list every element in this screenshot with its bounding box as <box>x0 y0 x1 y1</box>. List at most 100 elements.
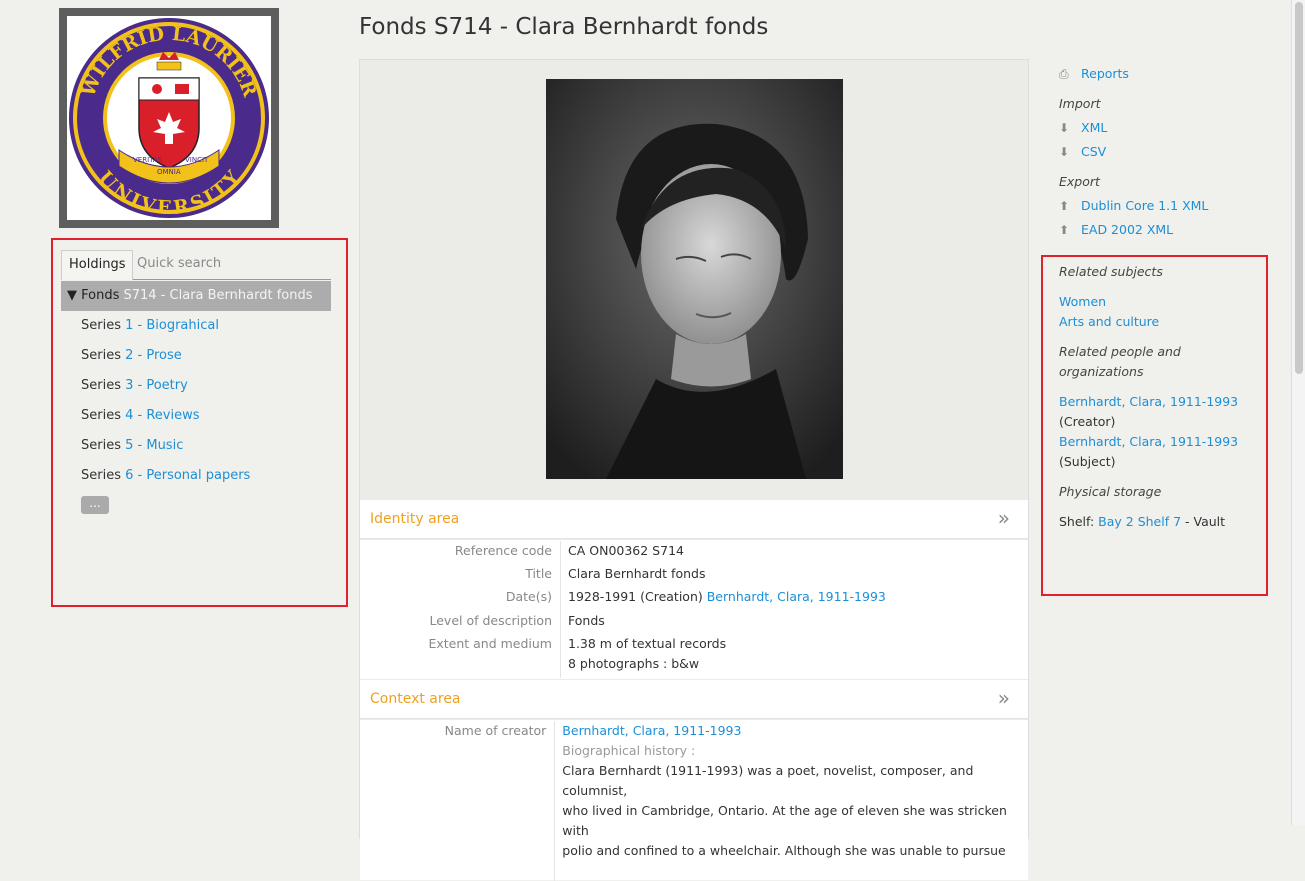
tree-item-level: Series <box>81 468 121 483</box>
digital-object-photo[interactable] <box>546 79 843 479</box>
export-heading: Export <box>1059 174 1100 189</box>
reports-link[interactable]: ⎙ Reports <box>1059 62 1259 86</box>
tree-item-series-6: Series 6 - Personal papers <box>61 461 331 491</box>
tree-item-fonds[interactable]: ▼ Fonds S714 - Clara Bernhardt fonds <box>61 281 331 311</box>
tree-item-series-1: Series 1 - Biograhical <box>61 311 331 341</box>
context-area-title[interactable]: Context area <box>370 691 461 707</box>
scrollbar-thumb[interactable] <box>1295 2 1303 374</box>
tree-item-series-4: Series 4 - Reviews <box>61 401 331 431</box>
page-scrollbar[interactable] <box>1291 0 1305 825</box>
tree-item-link[interactable]: 3 - Poetry <box>125 378 188 393</box>
tree-item-link[interactable]: S714 - Clara Bernhardt fonds <box>124 288 313 303</box>
tree-item-level: Series <box>81 378 121 393</box>
logo-motto-left: VERITAS <box>133 156 163 164</box>
field-label: Extent and medium <box>360 634 561 678</box>
physical-storage-heading: Physical storage <box>1059 484 1162 499</box>
tree-item-level: Series <box>81 408 121 423</box>
reports-label: Reports <box>1081 66 1129 81</box>
tree-item-level: Series <box>81 438 121 453</box>
related-info-panel: Related subjects Women Arts and culture … <box>1041 255 1268 596</box>
import-xml-link[interactable]: ⬇ XML <box>1059 116 1259 140</box>
upload-icon: ⬆ <box>1059 223 1070 237</box>
tree-item-link[interactable]: 6 - Personal papers <box>125 468 250 483</box>
portrait-image <box>546 79 843 479</box>
field-value: Bernhardt, Clara, 1911-1993 Biographical… <box>555 721 1028 881</box>
tree-item-series-2: Series 2 - Prose <box>61 341 331 371</box>
expand-triangle-icon[interactable]: ▼ <box>67 288 77 303</box>
double-chevron-icon[interactable]: » <box>998 686 1010 710</box>
laurier-crest-icon: WILFRID LAURIER UNIVERSITY VERITAS OMNIA… <box>69 18 269 219</box>
logo-image: WILFRID LAURIER UNIVERSITY VERITAS OMNIA… <box>67 16 271 220</box>
dates-value: 1928-1991 (Creation) <box>568 589 703 604</box>
upload-icon: ⬆ <box>1059 199 1070 213</box>
dates-creator-link[interactable]: Bernhardt, Clara, 1911-1993 <box>707 589 886 604</box>
export-dublin-core-link[interactable]: ⬆ Dublin Core 1.1 XML <box>1059 194 1259 218</box>
field-label: Date(s) <box>360 587 561 611</box>
import-csv-label: CSV <box>1081 144 1107 159</box>
tab-quick-search[interactable]: Quick search <box>130 250 228 280</box>
tree-item-link[interactable]: 4 - Reviews <box>125 408 199 423</box>
field-extent: Extent and medium 1.38 m of textual reco… <box>360 634 1028 678</box>
subject-link-women[interactable]: Women <box>1059 292 1259 312</box>
tree-item-level: Series <box>81 348 121 363</box>
tab-holdings[interactable]: Holdings <box>61 250 134 280</box>
person-role: (Creator) <box>1059 414 1116 429</box>
person-role: (Subject) <box>1059 454 1116 469</box>
export-ead-label: EAD 2002 XML <box>1081 222 1174 237</box>
context-fields: Name of creator Bernhardt, Clara, 1911-1… <box>360 720 1028 881</box>
sidebar-tabs: Holdings Quick search <box>61 250 331 280</box>
related-people-heading-line: Related people and <box>1059 344 1181 359</box>
field-label: Level of description <box>360 611 561 634</box>
double-chevron-icon[interactable]: » <box>998 506 1010 530</box>
tree-item-link[interactable]: 1 - Biograhical <box>125 318 219 333</box>
more-items-button[interactable]: ... <box>81 496 109 514</box>
field-reference-code: Reference code CA ON00362 S714 <box>360 541 1028 564</box>
field-value: 1.38 m of textual records 8 photographs … <box>561 634 726 678</box>
main-content: Identity area » Reference code CA ON0036… <box>359 59 1029 881</box>
bio-label: Biographical history : <box>562 743 696 758</box>
logo-motto-right: VINCIT <box>185 156 209 164</box>
bio-text-line: polio and confined to a wheelchair. Alth… <box>562 843 1006 858</box>
export-dc-label: Dublin Core 1.1 XML <box>1081 198 1209 213</box>
subject-link-arts[interactable]: Arts and culture <box>1059 312 1259 332</box>
right-sidebar: ⎙ Reports Import ⬇ XML ⬇ CSV Export ⬆ Dublin… <box>1059 62 1259 242</box>
context-area-header[interactable]: Context area » <box>360 680 1028 719</box>
bio-text-line: who lived in Cambridge, Ontario. At the … <box>562 803 1007 838</box>
holdings-panel: Holdings Quick search ▼ Fonds S714 - Cla… <box>51 238 348 607</box>
export-ead-link[interactable]: ⬆ EAD 2002 XML <box>1059 218 1259 242</box>
printer-icon: ⎙ <box>1059 67 1069 81</box>
logo-motto-center: OMNIA <box>157 168 181 176</box>
field-label: Reference code <box>360 541 561 564</box>
person-link-creator[interactable]: Bernhardt, Clara, 1911-1993 <box>1059 392 1259 412</box>
field-creator: Name of creator Bernhardt, Clara, 1911-1… <box>360 721 1028 881</box>
field-value: Fonds <box>568 613 605 628</box>
tree-item-link[interactable]: 5 - Music <box>125 438 183 453</box>
import-csv-link[interactable]: ⬇ CSV <box>1059 140 1259 164</box>
storage-line: Shelf: Bay 2 Shelf 7 - Vault <box>1059 512 1259 532</box>
page-title: Fonds S714 - Clara Bernhardt fonds <box>359 14 769 40</box>
field-title: Title Clara Bernhardt fonds <box>360 564 1028 587</box>
storage-location-link[interactable]: Bay 2 Shelf 7 <box>1098 514 1181 529</box>
import-heading: Import <box>1059 96 1101 111</box>
field-level: Level of description Fonds <box>360 611 1028 634</box>
storage-prefix: Shelf: <box>1059 514 1095 529</box>
field-value: Clara Bernhardt fonds <box>568 566 706 581</box>
download-icon: ⬇ <box>1059 121 1070 135</box>
extent-line: 1.38 m of textual records <box>568 636 727 651</box>
tree-item-level: Fonds <box>81 288 120 303</box>
tree-item-series-3: Series 3 - Poetry <box>61 371 331 401</box>
identity-area-header[interactable]: Identity area » <box>360 500 1028 539</box>
download-icon: ⬇ <box>1059 145 1070 159</box>
storage-suffix: - Vault <box>1181 514 1226 529</box>
field-value: 1928-1991 (Creation) Bernhardt, Clara, 1… <box>561 587 886 611</box>
holdings-tree: ▼ Fonds S714 - Clara Bernhardt fonds Ser… <box>61 281 331 491</box>
field-value: CA ON00362 S714 <box>568 543 684 558</box>
university-logo[interactable]: WILFRID LAURIER UNIVERSITY VERITAS OMNIA… <box>59 8 279 228</box>
creator-link[interactable]: Bernhardt, Clara, 1911-1993 <box>562 721 1028 741</box>
person-link-subject[interactable]: Bernhardt, Clara, 1911-1993 <box>1059 432 1259 452</box>
bio-text-line: Clara Bernhardt (1911-1993) was a poet, … <box>562 763 974 798</box>
extent-line: 8 photographs : b&w <box>568 656 700 671</box>
tree-item-link[interactable]: 2 - Prose <box>125 348 182 363</box>
import-xml-label: XML <box>1081 120 1108 135</box>
identity-area-title[interactable]: Identity area <box>370 511 459 527</box>
